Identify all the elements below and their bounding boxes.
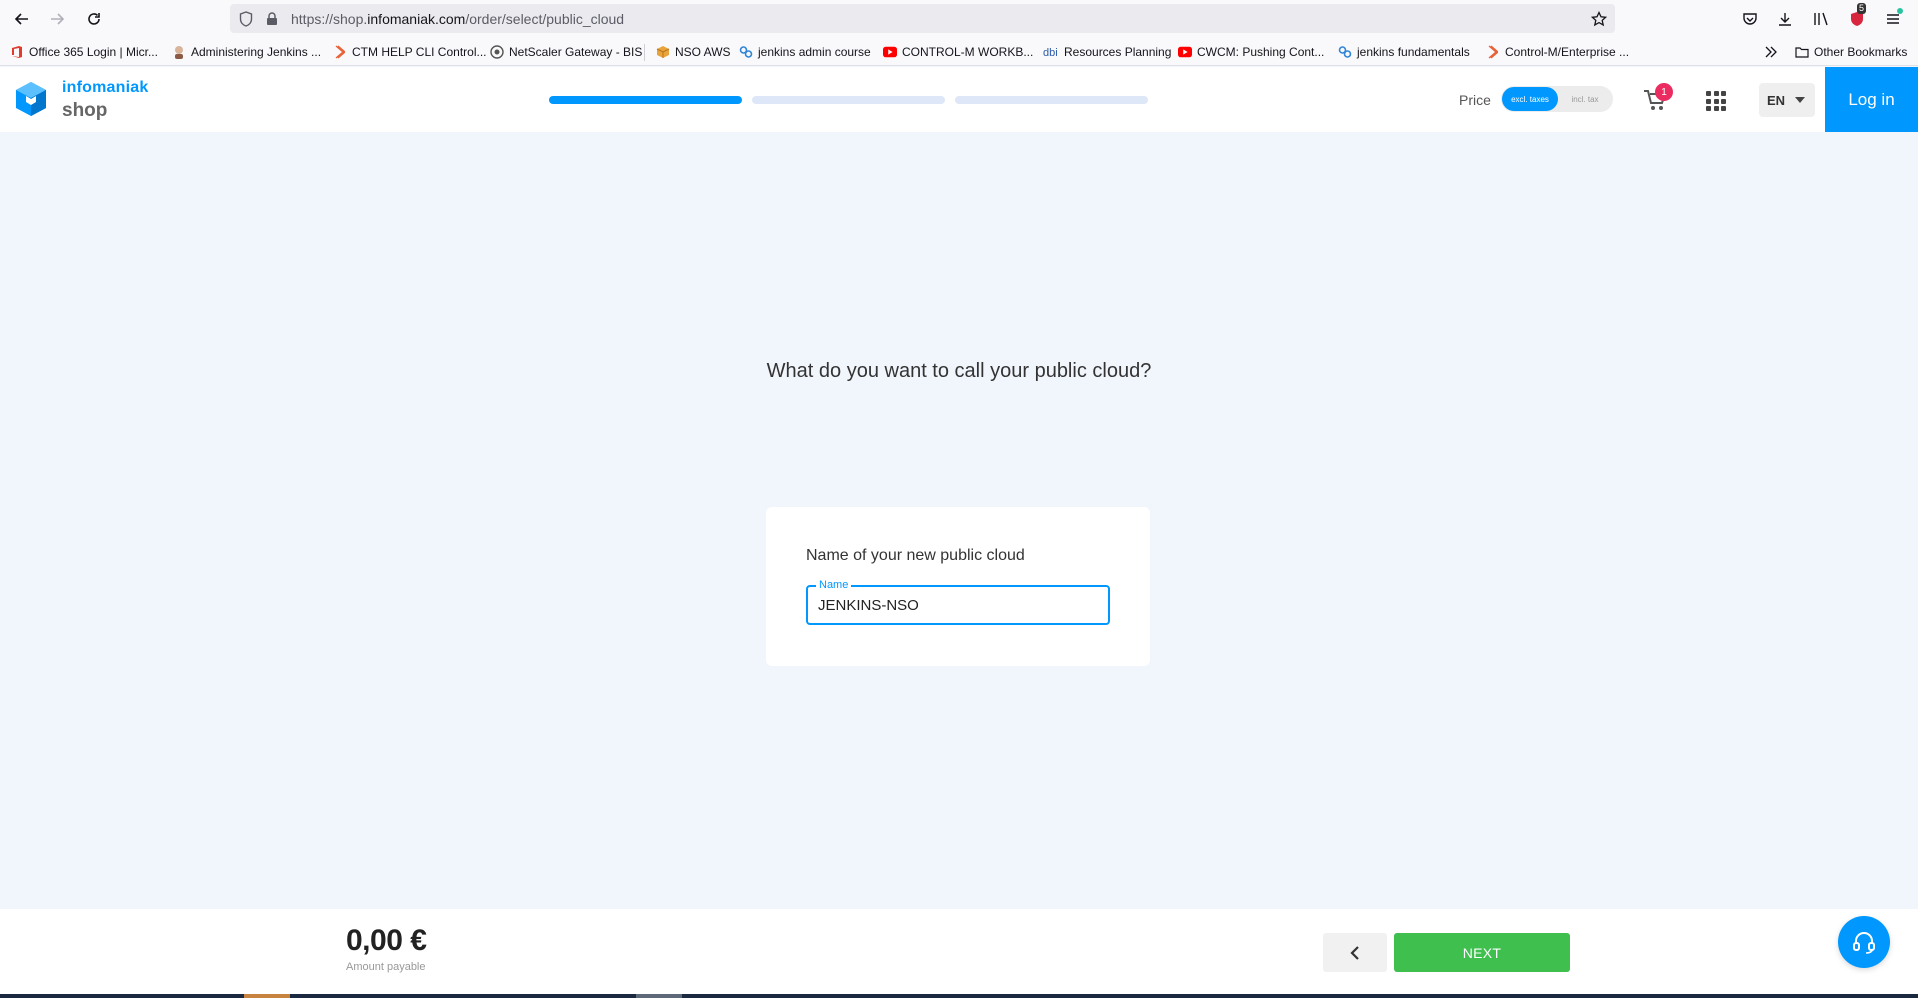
chevron-down-icon: [1795, 97, 1805, 103]
link-icon: [1338, 45, 1352, 59]
name-card: Name of your new public cloud Name: [766, 507, 1150, 666]
cloud-name-input[interactable]: [818, 597, 1098, 614]
page-question: What do you want to call your public clo…: [766, 360, 1152, 382]
bookmark-item[interactable]: Office 365 Login | Micr...: [10, 44, 158, 60]
browser-toolbar: https://shop.infomaniak.com/order/select…: [0, 0, 1918, 37]
language-value: EN: [1767, 92, 1786, 108]
card-title: Name of your new public cloud: [806, 547, 1025, 564]
extension-badge: 5: [1857, 3, 1867, 14]
cloud-name-field[interactable]: Name: [806, 578, 1110, 625]
taskbar-item[interactable]: [636, 994, 682, 998]
forward-arrow-icon[interactable]: [46, 8, 68, 30]
bookmark-separator: [644, 44, 645, 61]
youtube-icon: [883, 45, 897, 59]
back-button[interactable]: [1323, 933, 1387, 972]
price-tax-toggle[interactable]: excl. taxes incl. tax: [1501, 86, 1613, 112]
reload-icon[interactable]: [83, 8, 105, 30]
progress-step-2: [752, 96, 945, 104]
bmc-icon: [333, 45, 347, 59]
bookmark-item[interactable]: NSO AWS: [656, 44, 731, 60]
order-footer: 0,00 € Amount payable NEXT: [0, 909, 1918, 994]
taskbar-item[interactable]: [244, 994, 290, 998]
jenkins-icon: [172, 45, 186, 59]
apps-grid-icon[interactable]: [1706, 91, 1726, 111]
pocket-icon[interactable]: [1739, 8, 1761, 30]
bookmarks-bar: Office 365 Login | Micr... Administering…: [0, 37, 1918, 66]
youtube-icon: [1178, 45, 1192, 59]
support-headset-icon[interactable]: [1838, 916, 1890, 968]
bookmark-item[interactable]: Administering Jenkins ...: [172, 44, 321, 60]
bookmark-item[interactable]: CONTROL-M WORKB...: [883, 44, 1033, 60]
bmc-icon: [1486, 45, 1500, 59]
language-select[interactable]: EN: [1759, 83, 1815, 117]
progress-step-3: [955, 96, 1148, 104]
downloads-icon[interactable]: [1774, 8, 1796, 30]
bookmark-item[interactable]: CWCM: Pushing Cont...: [1178, 44, 1324, 60]
os-taskbar: [0, 994, 1918, 998]
logo-brand: infomaniak: [62, 79, 149, 96]
login-button[interactable]: Log in: [1825, 67, 1918, 132]
bookmark-item[interactable]: Control-M/Enterprise ...: [1486, 44, 1629, 60]
url-text[interactable]: https://shop.infomaniak.com/order/select…: [291, 11, 624, 27]
bookmark-item[interactable]: CTM HELP CLI Control...: [333, 44, 486, 60]
menu-hamburger-icon[interactable]: [1882, 8, 1904, 30]
next-button[interactable]: NEXT: [1394, 933, 1570, 972]
bookmark-item[interactable]: dbi Resources Planning: [1043, 44, 1171, 60]
bookmark-item[interactable]: jenkins fundamentals: [1338, 44, 1470, 60]
site-header: infomaniak shop Price excl. taxes incl. …: [0, 67, 1918, 132]
lock-icon[interactable]: [263, 10, 281, 28]
chevron-left-icon: [1350, 945, 1359, 960]
infomaniak-logo[interactable]: infomaniak shop: [14, 80, 148, 120]
office-icon: [10, 45, 24, 59]
shield-icon[interactable]: [237, 10, 255, 28]
amount-payable-label: Amount payable: [346, 961, 426, 973]
progress-step-1: [549, 96, 742, 104]
cube-logo-icon: [16, 82, 46, 116]
bookmarks-overflow-chevron-icon[interactable]: [1764, 44, 1778, 60]
folder-icon: [1795, 45, 1809, 59]
library-icon[interactable]: [1810, 8, 1832, 30]
dbi-icon: dbi: [1043, 45, 1059, 59]
price-incl-tax-option[interactable]: incl. tax: [1559, 87, 1611, 111]
netscaler-icon: [490, 45, 504, 59]
link-icon: [739, 45, 753, 59]
bookmark-star-icon[interactable]: [1590, 10, 1608, 28]
url-bar[interactable]: https://shop.infomaniak.com/order/select…: [230, 4, 1615, 33]
extension-shield-icon[interactable]: 5: [1846, 3, 1868, 30]
amount-payable-value: 0,00 €: [346, 924, 427, 957]
price-excl-taxes-option[interactable]: excl. taxes: [1502, 87, 1558, 111]
aws-box-icon: [656, 45, 670, 59]
price-label: Price: [1459, 92, 1491, 108]
cart-count-badge: 1: [1655, 83, 1673, 101]
field-label: Name: [816, 578, 852, 592]
update-dot-icon: [1897, 8, 1903, 14]
logo-sub: shop: [62, 100, 108, 121]
back-arrow-icon[interactable]: [11, 8, 33, 30]
bookmark-item[interactable]: jenkins admin course: [739, 44, 871, 60]
svg-text:dbi: dbi: [1043, 47, 1058, 58]
bookmark-item[interactable]: NetScaler Gateway - BIS: [490, 44, 642, 60]
other-bookmarks[interactable]: Other Bookmarks: [1795, 44, 1907, 60]
